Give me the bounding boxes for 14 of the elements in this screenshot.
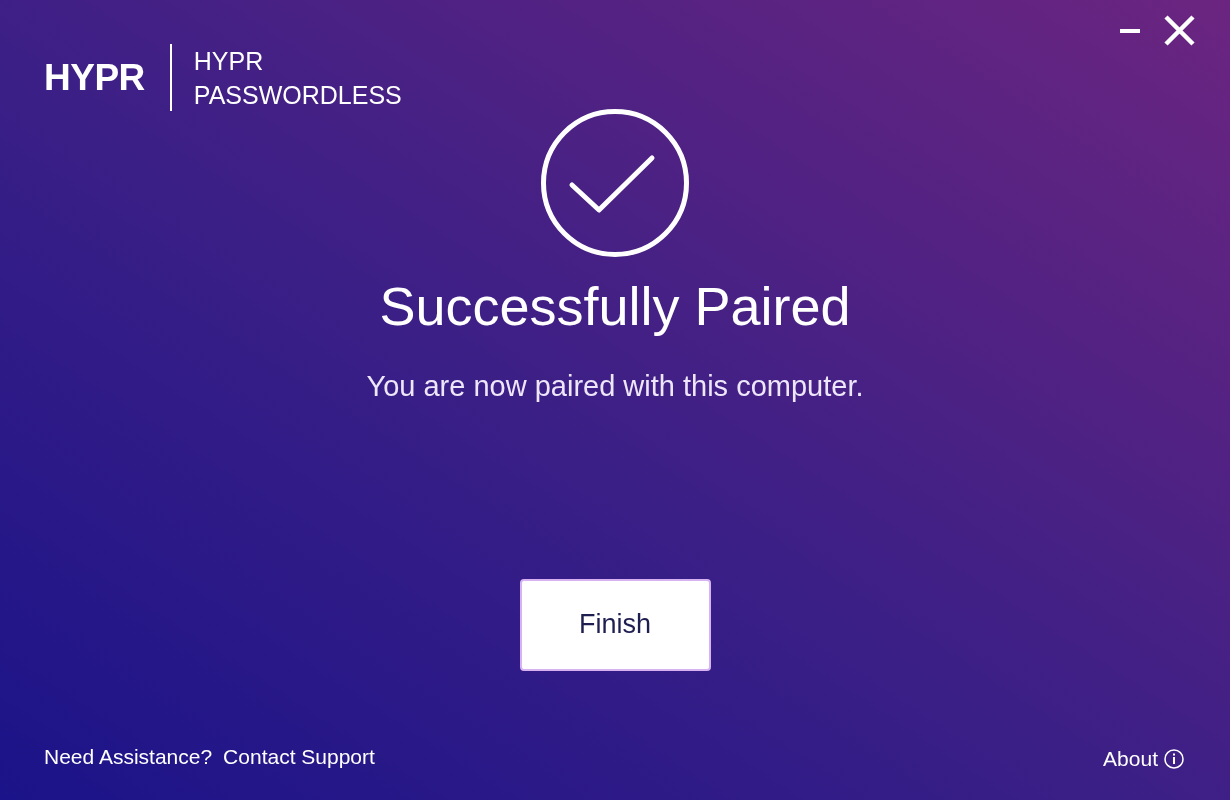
close-button[interactable] (1164, 15, 1195, 46)
status-title: Successfully Paired (379, 275, 851, 338)
check-circle-icon (541, 109, 689, 257)
close-icon (1164, 15, 1195, 46)
minimize-icon (1120, 28, 1140, 33)
info-icon (1164, 748, 1184, 769)
help-text: Need Assistance? (44, 744, 213, 769)
contact-support-link[interactable]: Contact Support (223, 744, 375, 769)
about-link[interactable]: About (1103, 746, 1184, 771)
product-name: HYPR PASSWORDLESS (193, 45, 402, 111)
logo: HYPR (44, 59, 145, 96)
finish-button[interactable]: Finish (519, 578, 711, 671)
minimize-button[interactable] (1120, 28, 1140, 33)
status-message: You are now paired with this computer. (366, 368, 864, 404)
